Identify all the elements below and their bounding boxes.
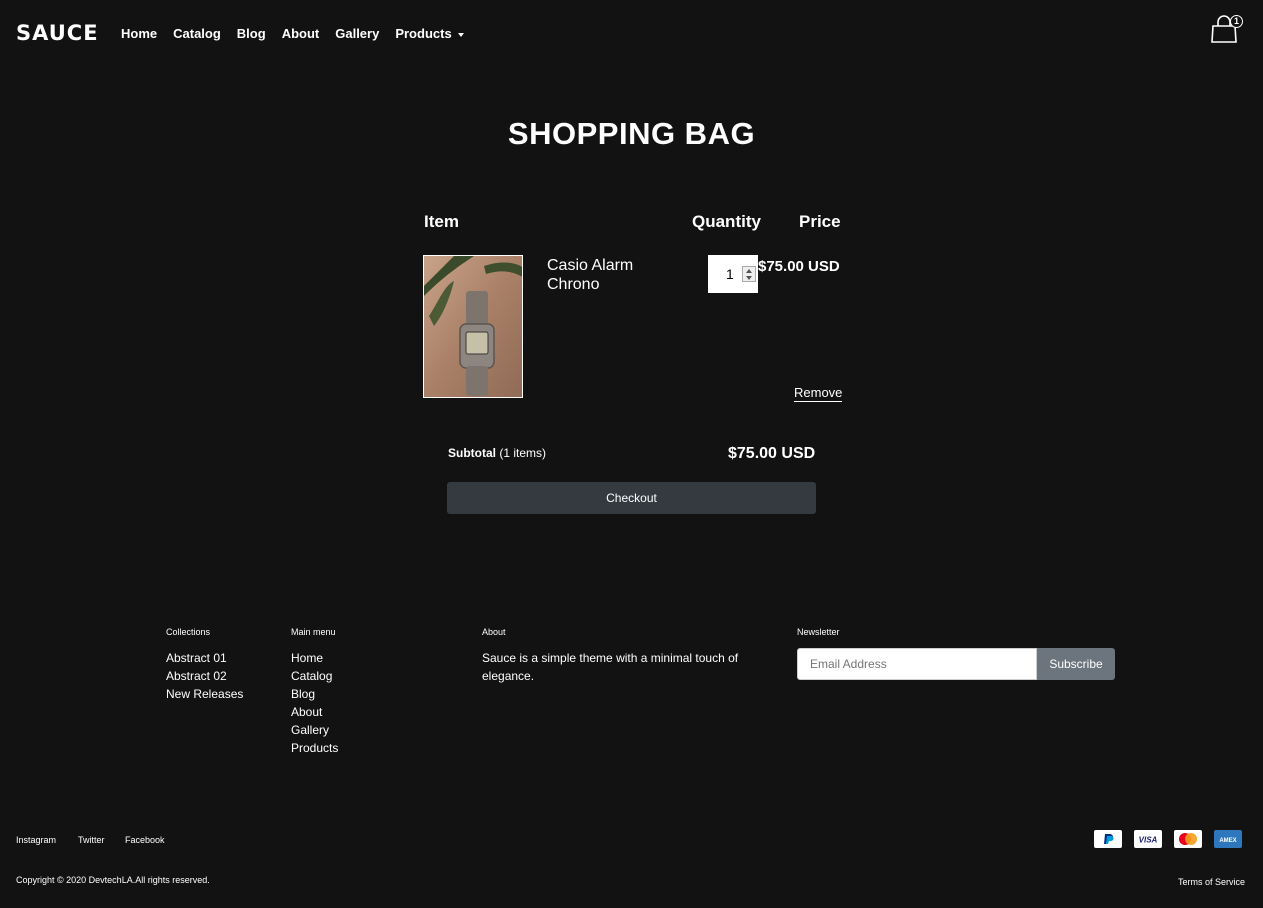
footer-heading-about: About bbox=[482, 627, 506, 637]
footer-heading-collections: Collections bbox=[166, 627, 211, 637]
social-twitter[interactable]: Twitter bbox=[78, 835, 105, 845]
nav-home[interactable]: Home bbox=[121, 26, 157, 41]
social-facebook[interactable]: Facebook bbox=[125, 835, 165, 845]
column-header-item: Item bbox=[424, 212, 459, 231]
nav-products-label: Products bbox=[395, 26, 452, 41]
nav-about[interactable]: About bbox=[282, 26, 320, 41]
product-name[interactable]: Casio Alarm Chrono bbox=[547, 256, 667, 294]
footer-heading-newsletter: Newsletter bbox=[797, 627, 840, 637]
subtotal-value: $75.00 USD bbox=[728, 445, 816, 462]
chevron-down-icon bbox=[457, 32, 464, 37]
quantity-stepper[interactable]: 1 bbox=[708, 255, 758, 293]
nav-catalog[interactable]: Catalog bbox=[173, 26, 221, 41]
product-price: $75.00 USD bbox=[758, 258, 840, 275]
footer-about-text: Sauce is a simple theme with a minimal t… bbox=[482, 651, 739, 683]
subtotal-text: Subtotal bbox=[448, 446, 496, 460]
amex-icon: AMEX bbox=[1214, 830, 1242, 848]
nav-gallery[interactable]: Gallery bbox=[335, 26, 379, 41]
footer-link[interactable]: About bbox=[291, 703, 338, 721]
svg-text:AMEX: AMEX bbox=[1219, 838, 1236, 844]
subtotal-count: (1 items) bbox=[499, 446, 547, 460]
social-instagram[interactable]: Instagram bbox=[16, 835, 56, 845]
email-field[interactable] bbox=[797, 648, 1037, 680]
footer-main-menu-list: Home Catalog Blog About Gallery Products bbox=[291, 649, 338, 757]
paypal-icon bbox=[1094, 830, 1122, 848]
increment-icon[interactable] bbox=[746, 269, 752, 273]
footer-collections-list: Abstract 01 Abstract 02 New Releases bbox=[166, 649, 243, 703]
column-header-price: Price bbox=[799, 212, 841, 231]
subtotal-label: Subtotal (1 items) bbox=[448, 446, 546, 460]
footer-link[interactable]: Abstract 01 bbox=[166, 649, 243, 667]
copyright-text: Copyright © 2020 DevtechLA.All rights re… bbox=[16, 875, 210, 885]
nav-blog[interactable]: Blog bbox=[237, 26, 266, 41]
product-image[interactable] bbox=[423, 255, 523, 398]
site-logo[interactable]: SAUCE bbox=[16, 21, 99, 45]
footer-link[interactable]: Blog bbox=[291, 685, 338, 703]
footer-link[interactable]: Abstract 02 bbox=[166, 667, 243, 685]
page-title: SHOPPING BAG bbox=[507, 116, 756, 151]
visa-icon: VISA bbox=[1134, 830, 1162, 848]
checkout-button[interactable]: Checkout bbox=[447, 482, 816, 514]
footer-link[interactable]: Catalog bbox=[291, 667, 338, 685]
decrement-icon[interactable] bbox=[746, 276, 752, 280]
subscribe-button[interactable]: Subscribe bbox=[1037, 648, 1115, 680]
svg-text:VISA: VISA bbox=[1139, 836, 1158, 845]
footer-link[interactable]: Gallery bbox=[291, 721, 338, 739]
mastercard-icon bbox=[1174, 830, 1202, 848]
nav-products[interactable]: Products bbox=[395, 26, 464, 41]
column-header-quantity: Quantity bbox=[692, 212, 761, 231]
cart-count-badge: 1 bbox=[1230, 15, 1243, 28]
footer-heading-main-menu: Main menu bbox=[291, 627, 336, 637]
terms-link[interactable]: Terms of Service bbox=[1178, 877, 1245, 887]
spinner-icon[interactable] bbox=[742, 266, 756, 282]
footer-link[interactable]: Home bbox=[291, 649, 338, 667]
footer-link[interactable]: New Releases bbox=[166, 685, 243, 703]
remove-link[interactable]: Remove bbox=[794, 385, 843, 402]
main-nav: Home Catalog Blog About Gallery Products bbox=[121, 26, 480, 41]
quantity-value: 1 bbox=[726, 266, 734, 282]
footer-link[interactable]: Products bbox=[291, 739, 338, 757]
